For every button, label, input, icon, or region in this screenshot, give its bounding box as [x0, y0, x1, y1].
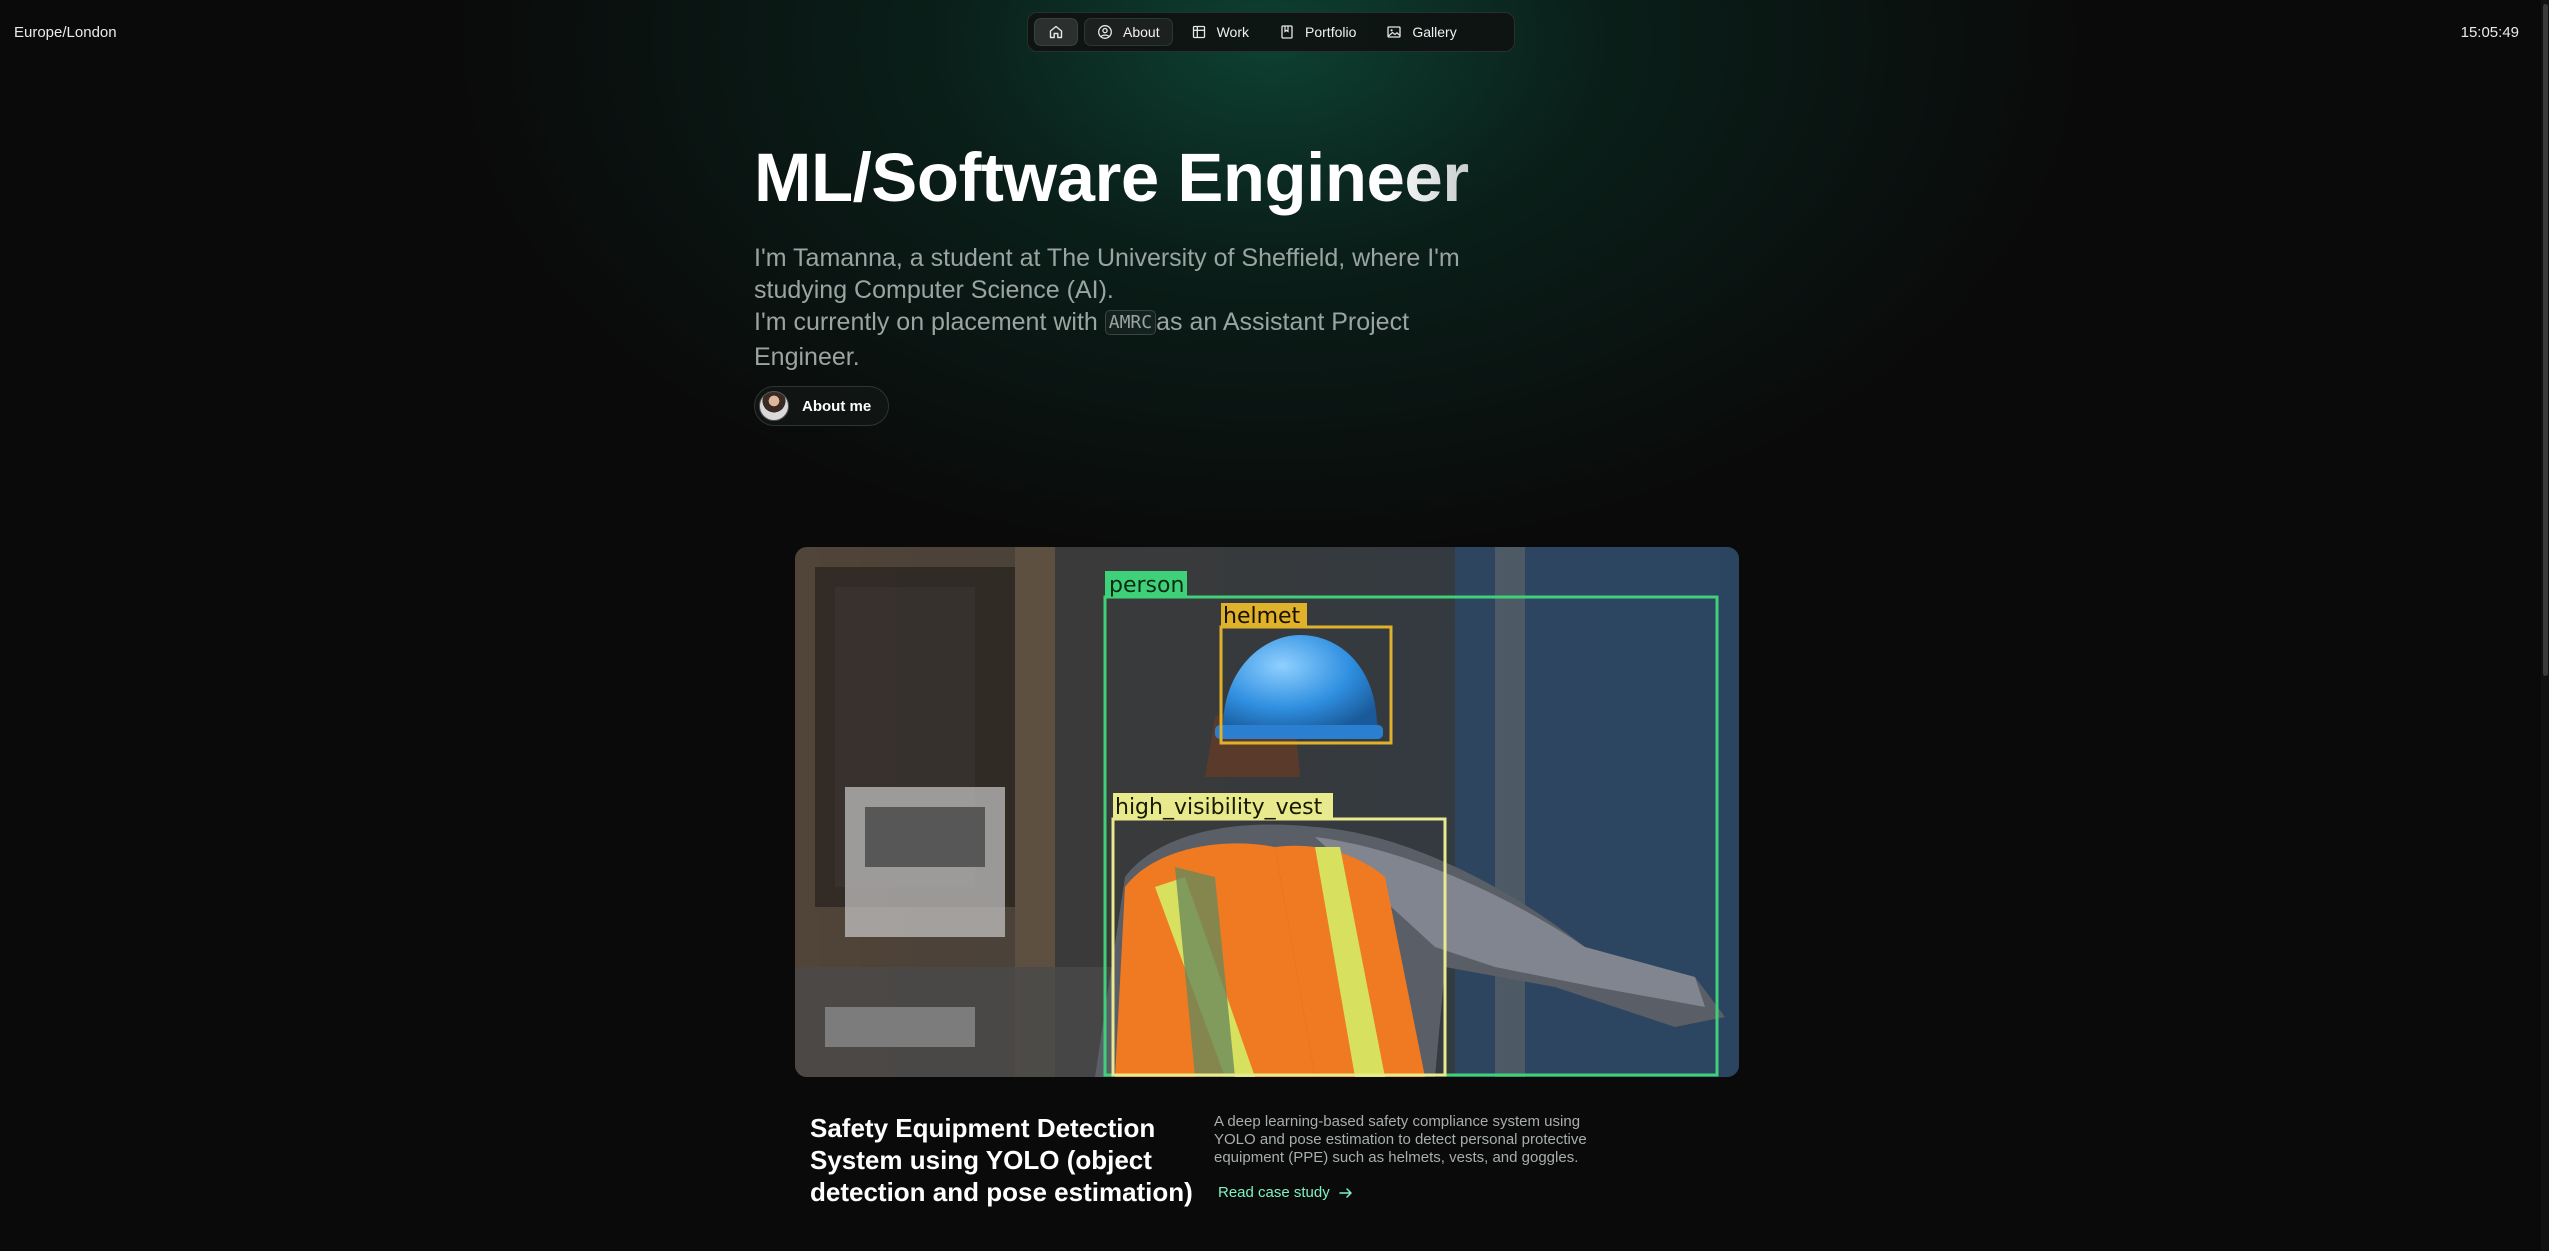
arrow-right-icon: [1338, 1187, 1352, 1198]
nav-gallery-label: Gallery: [1412, 24, 1457, 40]
nav-portfolio[interactable]: Portfolio: [1267, 18, 1368, 46]
intro-line-1: I'm Tamanna, a student at The University…: [754, 244, 1460, 304]
scrollbar[interactable]: [2541, 0, 2549, 1251]
top-navigation: About Work Portfolio Gallery: [1027, 12, 1515, 52]
portfolio-page: Europe/London 15:05:49 About Work Portfo…: [0, 0, 2549, 1251]
project-title[interactable]: Safety Equipment Detection System using …: [810, 1112, 1200, 1208]
read-case-study-link[interactable]: Read case study: [1218, 1184, 1354, 1201]
home-icon: [1049, 25, 1063, 39]
avatar: [759, 391, 789, 421]
nav-work-label: Work: [1216, 24, 1250, 40]
nav-gallery[interactable]: Gallery: [1374, 18, 1468, 46]
book-icon: [1281, 25, 1293, 39]
page-title: ML/Software Engineer: [754, 138, 1514, 218]
person-box-label: person: [1109, 573, 1184, 598]
read-case-study-label: Read case study: [1218, 1184, 1330, 1201]
home-button[interactable]: [1034, 18, 1078, 46]
image-icon: [1387, 26, 1402, 38]
nav-about[interactable]: About: [1084, 18, 1173, 46]
timezone-label: Europe/London: [14, 24, 117, 41]
vest-box-label: high_visibility_vest: [1115, 795, 1323, 820]
helmet-box-label: helmet: [1223, 604, 1301, 629]
hero-section: ML/Software Engineer I'm Tamanna, a stud…: [754, 138, 1514, 373]
amrc-badge: AMRC: [1104, 310, 1157, 335]
project-image[interactable]: person helmet high_visibility_vest: [795, 547, 1739, 1077]
nav-work[interactable]: Work: [1179, 18, 1261, 46]
ppe-detection-illustration: person helmet high_visibility_vest: [795, 547, 1739, 1077]
person-circle-icon: [1098, 25, 1112, 39]
intro-text: I'm Tamanna, a student at The University…: [754, 242, 1474, 373]
nav-portfolio-label: Portfolio: [1305, 24, 1357, 40]
clock: 15:05:49: [2460, 24, 2519, 41]
scrollbar-thumb[interactable]: [2543, 4, 2548, 676]
about-me-button[interactable]: About me: [754, 386, 890, 426]
intro-line-2: I'm currently on placement with AMRC as a…: [754, 306, 1474, 373]
nav-about-label: About: [1123, 24, 1160, 40]
intro-line-2-start: I'm currently on placement with: [754, 308, 1105, 336]
project-description: A deep learning-based safety compliance …: [1214, 1113, 1587, 1166]
grid-icon: [1192, 25, 1205, 39]
about-me-label: About me: [802, 397, 872, 415]
